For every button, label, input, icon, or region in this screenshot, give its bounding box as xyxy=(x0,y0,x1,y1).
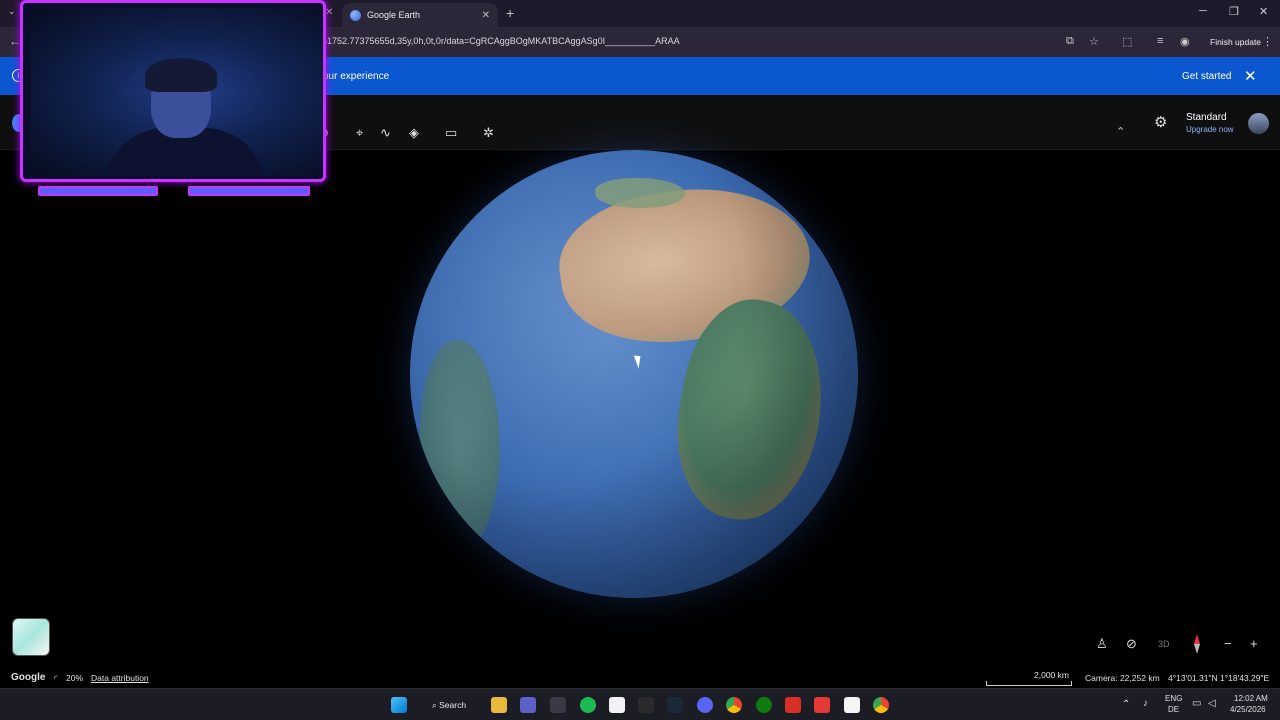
globe-shading xyxy=(410,150,858,598)
collapse-toolbar-icon[interactable]: ⌃ xyxy=(1116,125,1125,138)
install-app-icon[interactable]: ⧉ xyxy=(1066,35,1074,48)
webcam-video xyxy=(31,8,323,176)
document-icon[interactable] xyxy=(844,697,860,713)
add-place-icon[interactable]: ⌖ xyxy=(356,125,363,141)
tab-close-icon[interactable]: ✕ xyxy=(482,10,490,21)
loading-percent: 20% xyxy=(66,673,84,683)
clock-time[interactable]: 12:02 AM xyxy=(1234,694,1268,703)
data-attribution-link[interactable]: Data attribution xyxy=(91,673,149,683)
volume-icon[interactable]: ◁ xyxy=(1208,698,1216,709)
settings-gear-icon[interactable]: ⚙ xyxy=(1154,113,1167,131)
webcam-bar-right xyxy=(188,186,310,196)
satellite-icon[interactable]: ✲ xyxy=(483,125,494,141)
camera-altitude: Camera: 22,252 km xyxy=(1085,673,1160,683)
measure-icon[interactable]: ▭ xyxy=(445,125,457,141)
plan-name: Standard xyxy=(1186,112,1227,123)
earth-globe[interactable] xyxy=(410,150,858,598)
map-style-thumbnail[interactable] xyxy=(12,618,50,656)
layers-icon[interactable]: ◈ xyxy=(409,125,419,141)
pegman-icon[interactable]: ♙ xyxy=(1096,636,1108,652)
toggle-3d-button[interactable]: 3D xyxy=(1158,639,1170,649)
store-icon[interactable] xyxy=(550,697,566,713)
upgrade-now-link[interactable]: Upgrade now xyxy=(1186,125,1234,134)
scale-bar xyxy=(986,681,1072,686)
taskbar-search[interactable]: ⌕ Search xyxy=(424,694,478,716)
rotate-off-icon[interactable]: ⊘ xyxy=(1126,636,1137,652)
discord-icon[interactable] xyxy=(697,697,713,713)
compass-icon[interactable] xyxy=(1194,634,1200,654)
menu-kebab-icon[interactable]: ⋮ xyxy=(1262,35,1273,48)
get-started-link[interactable]: Get started xyxy=(1182,71,1231,82)
microphone-icon[interactable]: ♪ xyxy=(1143,698,1148,709)
restore-icon[interactable]: ❐ xyxy=(1229,5,1239,18)
path-icon[interactable]: ∿ xyxy=(380,125,391,141)
minimize-icon[interactable]: ─ xyxy=(1199,5,1207,17)
tab-search-icon[interactable]: ⌄ xyxy=(8,6,16,17)
webcam-overlay xyxy=(18,0,330,200)
amd-software-icon[interactable] xyxy=(785,697,801,713)
finish-update-button[interactable]: Finish update xyxy=(1204,32,1267,52)
notepad-icon[interactable] xyxy=(609,697,625,713)
windows-taskbar: ⌕ Search ⌃ ♪ ENG DE ▭ ◁ 12:02 AM 4/25/20… xyxy=(0,688,1280,720)
teams-icon[interactable] xyxy=(520,697,536,713)
clock-date[interactable]: 4/25/2026 xyxy=(1230,705,1266,714)
steam-icon[interactable] xyxy=(667,697,683,713)
streamer-hair xyxy=(145,58,217,92)
chrome-icon[interactable] xyxy=(726,697,742,713)
account-avatar[interactable] xyxy=(1248,113,1269,134)
file-explorer-icon[interactable] xyxy=(491,697,507,713)
language-primary[interactable]: ENG xyxy=(1165,694,1182,703)
address-bar[interactable]: 51752.77375655d,35y,0h,0t,0r/data=CgRCAg… xyxy=(322,36,680,46)
spotify-icon[interactable] xyxy=(580,697,596,713)
bookmark-star-icon[interactable]: ☆ xyxy=(1089,35,1099,48)
extensions-icon[interactable]: ⬚ xyxy=(1122,35,1132,48)
adobe-icon[interactable] xyxy=(814,697,830,713)
banner-message: our experience xyxy=(323,71,390,82)
earth-status-bar: Google ◜ 20% Data attribution 2,000 km C… xyxy=(0,668,1280,688)
tab-title: Google Earth xyxy=(367,10,421,20)
banner-close-icon[interactable]: ✕ xyxy=(1244,67,1257,85)
xbox-icon[interactable] xyxy=(756,697,772,713)
webcam-frame xyxy=(20,0,326,182)
tray-overflow-icon[interactable]: ⌃ xyxy=(1122,699,1130,710)
language-secondary[interactable]: DE xyxy=(1168,705,1179,714)
profile-icon[interactable]: ◉ xyxy=(1180,35,1190,48)
tab-google-earth[interactable]: Google Earth ✕ xyxy=(342,3,498,27)
google-earth-favicon-icon xyxy=(350,9,361,21)
new-tab-button[interactable]: + xyxy=(506,5,514,21)
reading-list-icon[interactable]: ≡ xyxy=(1157,35,1163,47)
taskbar-search-label: Search xyxy=(439,700,467,710)
scale-label: 2,000 km xyxy=(1034,670,1069,680)
window-close-icon[interactable]: ✕ xyxy=(1259,5,1268,18)
screen: ⌄ ✕ Google Earth ✕ + ─ ❐ ✕ ← 51752.77375… xyxy=(0,0,1280,720)
webcam-bar-left xyxy=(38,186,158,196)
cursor-coordinates: 4°13'01.31"N 1°18'43.29"E xyxy=(1168,673,1270,683)
loading-spinner-icon: ◜ xyxy=(54,673,58,683)
zoom-in-button[interactable]: + xyxy=(1250,636,1258,651)
google-logo: Google xyxy=(11,672,46,683)
windows-start-icon[interactable] xyxy=(391,697,407,713)
chrome-active-icon[interactable] xyxy=(873,697,889,713)
epic-games-icon[interactable] xyxy=(638,697,654,713)
network-icon[interactable]: ▭ xyxy=(1192,698,1201,709)
zoom-out-button[interactable]: − xyxy=(1224,636,1232,651)
